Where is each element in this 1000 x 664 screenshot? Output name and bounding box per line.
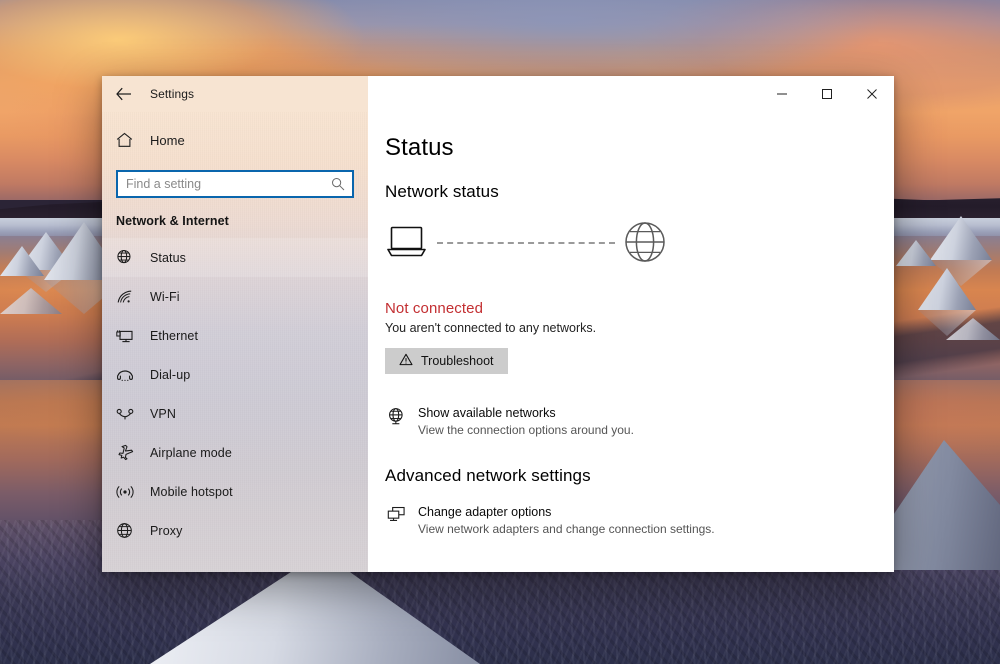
search-box[interactable]: [116, 170, 354, 198]
troubleshoot-button[interactable]: Troubleshoot: [385, 348, 508, 374]
home-icon: [116, 132, 150, 148]
sidebar-item-wifi[interactable]: Wi-Fi: [102, 277, 368, 316]
advanced-network-settings-heading: Advanced network settings: [385, 466, 894, 486]
sidebar-item-label: VPN: [150, 407, 176, 421]
maximize-button[interactable]: [804, 76, 849, 112]
link-show-available-networks[interactable]: Show available networks View the connect…: [385, 405, 894, 438]
link-title: Show available networks: [418, 405, 634, 421]
title-bar: Settings: [102, 76, 894, 112]
sidebar-item-status[interactable]: Status: [102, 238, 368, 277]
adapter-monitor-icon: [385, 504, 407, 525]
globe-status-icon: [116, 249, 150, 266]
settings-window: Settings: [102, 76, 894, 572]
sidebar-item-label: Dial-up: [150, 368, 190, 382]
title-bar-left: Settings: [102, 76, 368, 112]
close-button[interactable]: [849, 76, 894, 112]
window-controls: [368, 76, 894, 112]
search-container: [102, 158, 368, 198]
troubleshoot-label: Troubleshoot: [421, 354, 494, 368]
page-title: Status: [385, 134, 894, 162]
sidebar-item-vpn[interactable]: VPN: [102, 394, 368, 433]
network-diagram: [385, 216, 894, 272]
dialup-phone-icon: [116, 367, 150, 383]
sidebar-nav-list: Status Wi-Fi: [102, 238, 368, 550]
airplane-icon: [116, 444, 150, 461]
sidebar-item-label: Ethernet: [150, 329, 198, 343]
globe-icon: [623, 220, 667, 269]
sidebar-item-label: Status: [150, 251, 186, 265]
sidebar: Home Network & Internet: [102, 112, 368, 572]
link-change-adapter-options[interactable]: Change adapter options View network adap…: [385, 504, 894, 537]
status-description: You aren't connected to any networks.: [385, 321, 894, 335]
search-input[interactable]: [118, 172, 352, 196]
hotspot-icon: [116, 484, 150, 500]
link-subtitle: View the connection options around you.: [418, 422, 634, 438]
sidebar-item-label: Airplane mode: [150, 446, 232, 460]
wifi-icon: [116, 289, 150, 305]
sidebar-item-label: Mobile hotspot: [150, 485, 233, 499]
globe-network-icon: [385, 405, 407, 426]
status-headline: Not connected: [385, 300, 894, 317]
sidebar-item-dialup[interactable]: Dial-up: [102, 355, 368, 394]
sidebar-item-home[interactable]: Home: [102, 122, 368, 158]
dashed-line-icon: [437, 242, 615, 244]
sidebar-item-airplane-mode[interactable]: Airplane mode: [102, 433, 368, 472]
ethernet-icon: [116, 328, 150, 344]
window-body: Home Network & Internet: [102, 112, 894, 572]
link-title: Change adapter options: [418, 504, 715, 520]
network-status-heading: Network status: [385, 182, 894, 202]
sidebar-item-proxy[interactable]: Proxy: [102, 511, 368, 550]
sidebar-item-label: Wi-Fi: [150, 290, 180, 304]
proxy-globe-icon: [116, 522, 150, 539]
link-subtitle: View network adapters and change connect…: [418, 521, 715, 537]
vpn-icon: [116, 407, 150, 421]
sidebar-item-mobile-hotspot[interactable]: Mobile hotspot: [102, 472, 368, 511]
sidebar-section-header: Network & Internet: [102, 198, 368, 228]
back-button[interactable]: [102, 76, 146, 112]
window-title: Settings: [150, 87, 194, 101]
link-text-block: Show available networks View the connect…: [418, 405, 634, 438]
home-label: Home: [150, 133, 185, 148]
content-pane: Status Network status: [368, 112, 894, 572]
laptop-icon: [385, 225, 429, 264]
link-text-block: Change adapter options View network adap…: [418, 504, 715, 537]
minimize-button[interactable]: [759, 76, 804, 112]
sidebar-item-ethernet[interactable]: Ethernet: [102, 316, 368, 355]
warning-triangle-icon: [399, 353, 413, 369]
sidebar-item-label: Proxy: [150, 524, 182, 538]
search-icon: [331, 177, 345, 191]
